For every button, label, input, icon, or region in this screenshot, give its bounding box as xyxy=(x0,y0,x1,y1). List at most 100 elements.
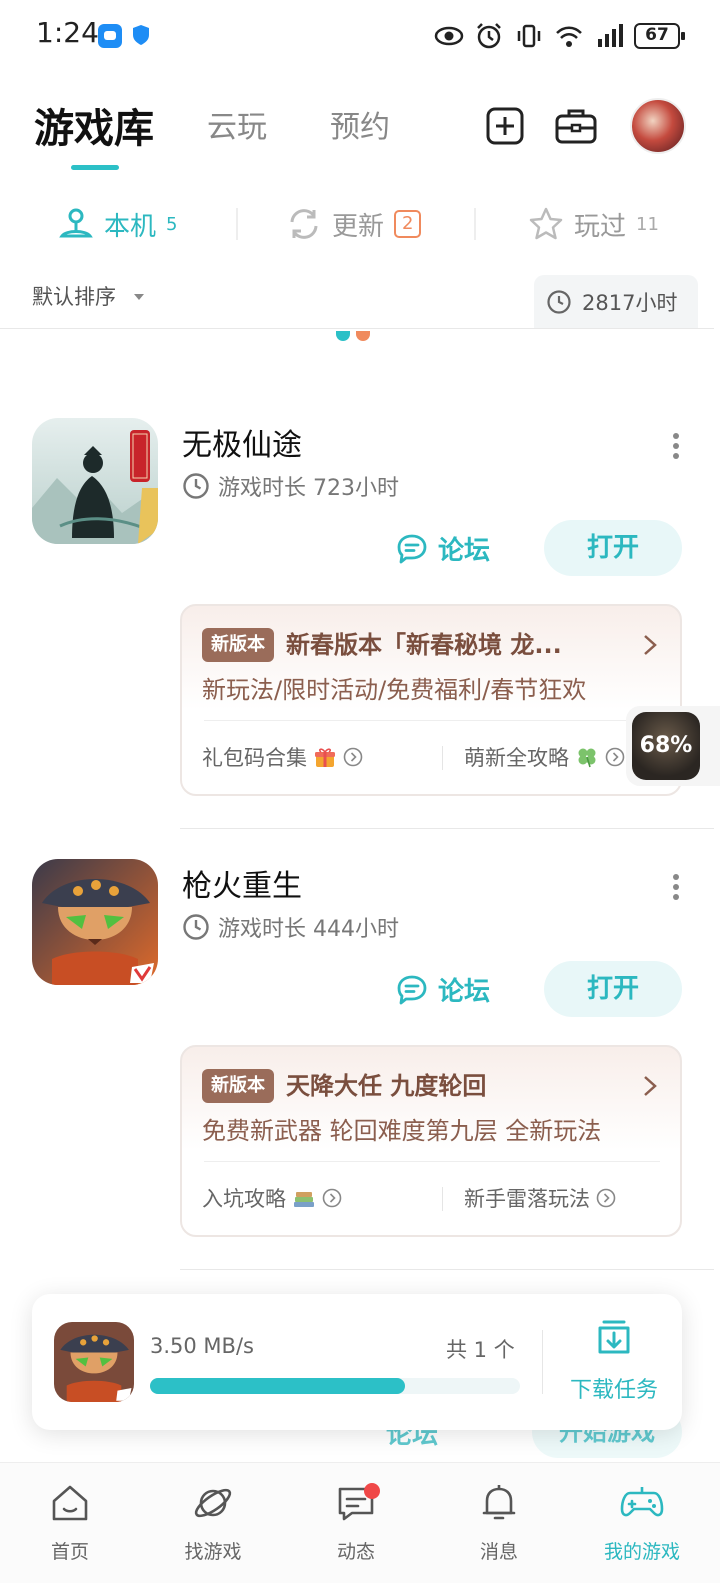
gift-icon xyxy=(315,748,335,767)
local-device-icon xyxy=(59,208,93,238)
tab-cloud-play[interactable]: 云玩 xyxy=(207,102,267,146)
chevron-right-icon xyxy=(644,635,657,655)
tab-reservation[interactable]: 预约 xyxy=(330,102,390,146)
caret-down-icon xyxy=(134,294,144,300)
subtab-divider xyxy=(474,208,476,240)
books-icon xyxy=(294,1192,314,1207)
promo-link-divider xyxy=(442,1187,443,1211)
subtab-local-count: 5 xyxy=(166,213,178,235)
subtab-local[interactable]: 本机 5 xyxy=(58,196,177,252)
promo-link-label: 礼包码合集 xyxy=(202,746,307,770)
floating-game-assistant[interactable]: 68% xyxy=(626,706,720,786)
subtab-divider xyxy=(236,208,238,240)
promo-link-starter-guide[interactable]: 入坑攻略 xyxy=(202,1183,342,1213)
nav-home[interactable]: 首页 xyxy=(10,1481,130,1564)
download-card[interactable]: 3.50 MB/s 共 1 个 下载任务 xyxy=(32,1294,682,1430)
nav-feed-label: 动态 xyxy=(336,1541,375,1563)
planet-icon xyxy=(194,1488,232,1518)
download-progress-bar xyxy=(150,1378,520,1394)
promo-link-label: 新手雷落玩法 xyxy=(464,1187,590,1211)
refresh-dots xyxy=(336,326,376,345)
promo-description: 新玩法/限时活动/免费福利/春节狂欢 xyxy=(202,676,587,704)
download-game-icon xyxy=(54,1322,134,1402)
game-icon-wuji[interactable] xyxy=(32,418,158,544)
playtime: 游戏时长 723小时 xyxy=(182,470,399,502)
open-game-button[interactable]: 打开 xyxy=(544,961,682,1017)
update-count-badge: 2 xyxy=(394,210,422,238)
new-version-tag: 新版本 xyxy=(202,1069,274,1103)
add-icon[interactable] xyxy=(485,106,525,146)
loading-dot xyxy=(356,331,370,341)
version-promo-card[interactable]: 新版本 新春版本「新春秘境 龙... 新玩法/限时活动/免费福利/春节狂欢 礼包… xyxy=(180,604,682,796)
download-tasks-button[interactable]: 下载任务 xyxy=(564,1314,664,1404)
promo-title: 新春版本「新春秘境 龙... xyxy=(286,631,562,659)
nav-feed[interactable]: 动态 xyxy=(296,1481,416,1564)
playtime-text: 游戏时长 444小时 xyxy=(218,917,399,942)
forum-icon xyxy=(397,975,427,1005)
game-divider xyxy=(180,1269,714,1270)
playtime-text: 游戏时长 723小时 xyxy=(218,476,399,501)
status-bar: 1:24 67 xyxy=(0,0,720,72)
more-vertical-icon[interactable] xyxy=(672,873,680,901)
promo-divider xyxy=(204,1161,660,1162)
promo-link-thunder-play[interactable]: 新手雷落玩法 xyxy=(464,1183,616,1213)
forum-button[interactable]: 论坛 xyxy=(396,522,490,574)
vibrate-icon xyxy=(517,24,541,48)
star-icon xyxy=(529,207,563,240)
nav-find-games[interactable]: 找游戏 xyxy=(153,1481,273,1564)
forum-button[interactable]: 论坛 xyxy=(396,963,490,1015)
tab-game-library[interactable]: 游戏库 xyxy=(34,96,154,154)
game-art-wuji xyxy=(32,418,158,544)
sub-tabs: 本机 5 更新 2 玩过 11 xyxy=(0,196,720,252)
open-game-button[interactable]: 打开 xyxy=(544,520,682,576)
active-tab-indicator xyxy=(71,165,119,170)
game-title[interactable]: 枪火重生 xyxy=(182,861,302,905)
promo-title: 天降大任 九度轮回 xyxy=(286,1072,487,1100)
sort-dropdown[interactable]: 默认排序 xyxy=(32,281,116,311)
wifi-icon xyxy=(556,26,582,47)
user-avatar[interactable] xyxy=(630,98,686,154)
game-art-gunfire xyxy=(54,1322,134,1402)
bell-icon xyxy=(482,1485,516,1520)
circle-arrow-icon xyxy=(343,747,363,767)
game-title[interactable]: 无极仙途 xyxy=(182,420,302,464)
status-icons: 67 xyxy=(434,20,685,52)
signal-icon xyxy=(598,24,623,47)
total-playtime-pill: 2817小时 xyxy=(534,275,698,329)
download-tasks-label: 下载任务 xyxy=(569,1378,658,1403)
download-tray-icon xyxy=(598,1320,630,1354)
promo-link-newbie-guide[interactable]: 萌新全攻略 xyxy=(464,742,625,772)
subtab-played-label: 玩过 xyxy=(574,211,627,242)
forum-label: 论坛 xyxy=(438,535,491,566)
alarm-icon xyxy=(477,23,501,49)
promo-link-label: 入坑攻略 xyxy=(202,1187,286,1211)
subtab-played[interactable]: 玩过 11 xyxy=(528,196,659,252)
nav-my-games[interactable]: 我的游戏 xyxy=(582,1481,702,1564)
subtab-update[interactable]: 更新 2 xyxy=(286,196,422,252)
promo-description: 免费新武器 轮回难度第九层 全新玩法 xyxy=(202,1117,602,1145)
forum-label: 论坛 xyxy=(438,976,491,1007)
download-speed: 3.50 MB/s xyxy=(150,1334,254,1358)
toolbox-icon[interactable] xyxy=(554,106,598,146)
more-vertical-icon[interactable] xyxy=(672,432,680,460)
new-version-tag: 新版本 xyxy=(202,628,274,662)
status-time: 1:24 xyxy=(36,16,99,49)
loading-dot xyxy=(336,331,350,341)
download-divider xyxy=(542,1330,543,1394)
nav-home-label: 首页 xyxy=(50,1541,89,1563)
circle-arrow-icon xyxy=(596,1188,616,1208)
download-count: 共 1 个 xyxy=(446,1338,515,1362)
subtab-local-label: 本机 xyxy=(104,211,157,242)
version-promo-card[interactable]: 新版本 天降大任 九度轮回 免费新武器 轮回难度第九层 全新玩法 入坑攻略 新手… xyxy=(180,1045,682,1237)
total-playtime: 2817小时 xyxy=(582,291,678,315)
download-progress-fill xyxy=(150,1378,406,1394)
notification-dot xyxy=(364,1483,380,1499)
circle-arrow-icon xyxy=(605,747,625,767)
playtime: 游戏时长 444小时 xyxy=(182,911,399,943)
nav-messages[interactable]: 消息 xyxy=(439,1481,559,1564)
nav-find-games-label: 找游戏 xyxy=(184,1541,242,1563)
shield-app-icon xyxy=(133,25,149,45)
game-icon-gunfire[interactable] xyxy=(32,859,158,985)
sort-row: 默认排序 2817小时 xyxy=(0,275,720,329)
promo-link-gift-codes[interactable]: 礼包码合集 xyxy=(202,742,363,772)
